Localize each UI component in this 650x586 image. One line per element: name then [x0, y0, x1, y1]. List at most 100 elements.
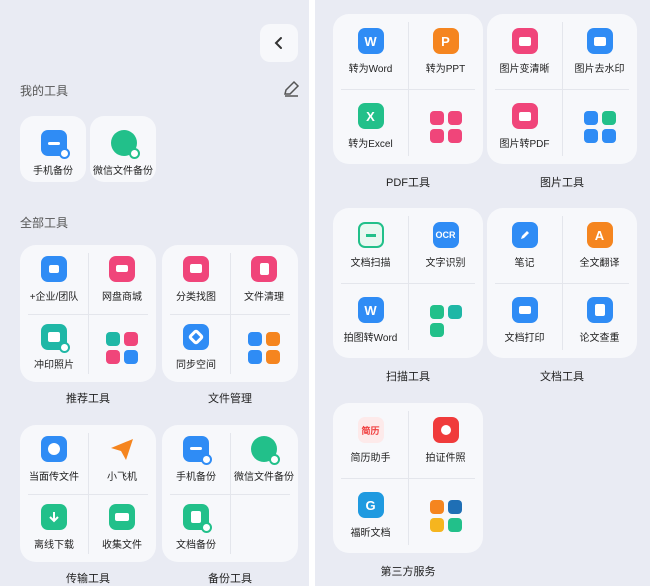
recommend-tools-caption: 推荐工具	[66, 393, 110, 405]
resume-icon: 简历	[357, 417, 384, 443]
ocr-icon: OCR	[432, 222, 459, 248]
all-tools-title: 全部工具	[20, 216, 69, 230]
tool-label: 分类找图	[176, 291, 216, 303]
tool-paper-plane[interactable]: 小飞机	[88, 425, 156, 494]
pdf-tools-card: W 转为Word P 转为PPT X 转为Excel	[333, 14, 483, 164]
tool-to-word[interactable]: W 转为Word	[333, 14, 408, 89]
more-scan-tools[interactable]	[408, 283, 483, 358]
tool-resume-helper[interactable]: 简历 简历助手	[333, 403, 408, 478]
tool-label: 转为PPT	[425, 64, 466, 75]
phone-backup-icon	[183, 435, 212, 465]
image-category-icon	[183, 255, 209, 282]
my-tool-wechat-backup[interactable]: 微信文件备份	[90, 116, 156, 182]
my-tool-label: 手机备份	[33, 166, 73, 177]
tool-label: 简历助手	[350, 453, 391, 464]
translate-icon: A	[586, 222, 613, 248]
tool-collect-files[interactable]: 收集文件	[88, 494, 156, 563]
tool-label: 拍证件照	[425, 453, 466, 464]
backup-tools-caption: 备份工具	[208, 573, 252, 585]
print-photo-icon	[41, 324, 70, 354]
more-tools-icon	[429, 499, 462, 532]
tool-label: 离线下载	[34, 540, 74, 552]
more-tools-icon	[429, 110, 462, 143]
tool-doc-print[interactable]: 文档打印	[487, 283, 562, 358]
tool-label: 笔记	[514, 258, 535, 269]
watermark-icon	[586, 28, 613, 54]
transfer-tools-caption: 传输工具	[66, 573, 110, 585]
tool-ocr[interactable]: OCR 文字识别	[408, 208, 483, 283]
transfer-tools-card: 当面传文件 小飞机 离线下载 收集文件	[20, 425, 156, 562]
tool-photo-to-word[interactable]: W 拍图转Word	[333, 283, 408, 358]
pdf-tools-caption: PDF工具	[386, 177, 430, 189]
cleanup-icon	[251, 255, 277, 282]
tool-notes[interactable]: 笔记	[487, 208, 562, 283]
back-button[interactable]	[260, 24, 298, 62]
tool-label: 文档打印	[504, 333, 545, 344]
tool-image-enhance[interactable]: 图片变清晰	[487, 14, 562, 89]
left-panel: 我的工具 手机备份 微信文件备份 全部工具 +企业/团队 网盘商城 冲印照片 推…	[0, 0, 309, 586]
tool-image-to-pdf[interactable]: 图片转PDF	[487, 89, 562, 164]
image-pdf-icon	[511, 103, 538, 129]
edit-icon[interactable]	[282, 80, 300, 98]
tool-remove-watermark[interactable]: 图片去水印	[562, 14, 637, 89]
tool-label: 网盘商城	[102, 291, 142, 303]
tool-to-excel[interactable]: X 转为Excel	[333, 89, 408, 164]
image-tools-caption: 图片工具	[540, 177, 584, 189]
my-tool-label: 微信文件备份	[93, 166, 153, 177]
notes-icon	[511, 222, 538, 248]
more-file-tools[interactable]	[230, 314, 298, 383]
tool-wechat-backup[interactable]: 微信文件备份	[230, 425, 298, 494]
third-party-card: 简历 简历助手 拍证件照 G 福昕文档	[333, 403, 483, 553]
tool-label: 图片变清晰	[499, 64, 550, 75]
tool-find-images[interactable]: 分类找图	[162, 245, 230, 314]
more-recommend-tools[interactable]	[88, 314, 156, 383]
more-tools-icon	[106, 331, 138, 364]
tool-label: 转为Word	[348, 64, 393, 75]
tool-label: 全文翻译	[579, 258, 620, 269]
phone-backup-icon	[41, 130, 70, 159]
tool-label: 转为Excel	[348, 139, 393, 150]
tool-full-translate[interactable]: A 全文翻译	[562, 208, 637, 283]
tool-label: 收集文件	[102, 540, 142, 552]
tool-id-photo[interactable]: 拍证件照	[408, 403, 483, 478]
ppt-icon: P	[432, 28, 459, 54]
collect-files-icon	[109, 504, 135, 531]
chevron-left-icon	[274, 37, 282, 49]
word-icon: W	[357, 297, 384, 323]
tool-label: 冲印照片	[34, 360, 74, 372]
shop-icon	[109, 255, 135, 282]
file-management-card: 分类找图 文件清理 同步空间	[162, 245, 298, 382]
tool-label: 文字识别	[425, 258, 466, 269]
tool-enterprise-team[interactable]: +企业/团队	[20, 245, 88, 314]
tool-label: 图片转PDF	[499, 139, 550, 150]
doc-tools-caption: 文档工具	[540, 371, 584, 383]
tool-doc-backup[interactable]: 文档备份	[162, 494, 230, 563]
tool-to-ppt[interactable]: P 转为PPT	[408, 14, 483, 89]
excel-icon: X	[357, 103, 384, 129]
word-icon: W	[357, 28, 384, 54]
tool-sync-space[interactable]: 同步空间	[162, 314, 230, 383]
download-icon	[41, 504, 67, 531]
tool-plagiarism-check[interactable]: 论文查重	[562, 283, 637, 358]
more-pdf-tools[interactable]	[408, 89, 483, 164]
tool-print-photos[interactable]: 冲印照片	[20, 314, 88, 383]
my-tools-title: 我的工具	[20, 84, 69, 98]
tool-label: 小飞机	[107, 471, 137, 483]
tool-label: 同步空间	[176, 360, 216, 372]
image-tools-card: 图片变清晰 图片去水印 图片转PDF	[487, 14, 637, 164]
tool-doc-scan[interactable]: 文档扫描	[333, 208, 408, 283]
tool-label: 福昕文档	[350, 528, 391, 539]
more-third-party[interactable]	[408, 478, 483, 553]
more-image-tools[interactable]	[562, 89, 637, 164]
more-tools-icon	[248, 331, 280, 364]
my-tool-phone-backup[interactable]: 手机备份	[20, 116, 86, 182]
tool-phone-backup[interactable]: 手机备份	[162, 425, 230, 494]
tool-face-transfer[interactable]: 当面传文件	[20, 425, 88, 494]
tool-netdisk-mall[interactable]: 网盘商城	[88, 245, 156, 314]
more-tools-icon	[583, 110, 616, 143]
file-management-caption: 文件管理	[208, 393, 252, 405]
tool-file-cleanup[interactable]: 文件清理	[230, 245, 298, 314]
tool-offline-download[interactable]: 离线下载	[20, 494, 88, 563]
plagiarism-icon	[586, 297, 613, 323]
tool-foxit-doc[interactable]: G 福昕文档	[333, 478, 408, 553]
